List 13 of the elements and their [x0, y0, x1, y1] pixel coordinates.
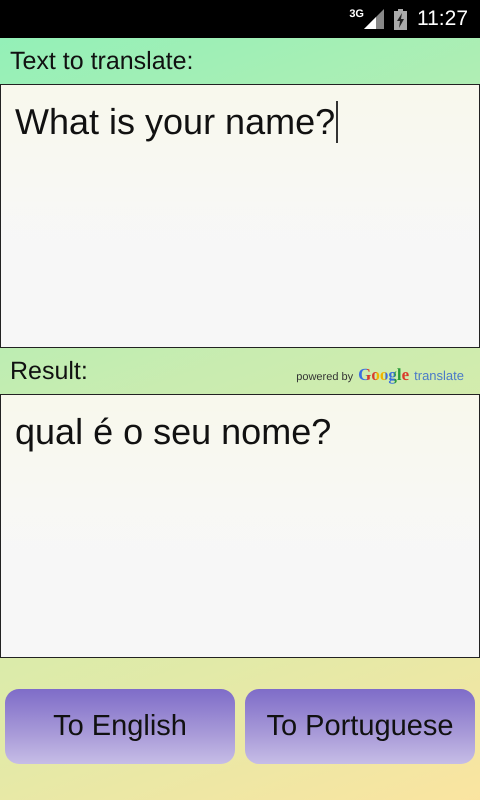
attribution-text: powered by [296, 371, 354, 383]
translate-button[interactable]: To English [5, 689, 235, 764]
signal-icon [364, 9, 384, 29]
input-field[interactable]: What is your name? [0, 84, 480, 348]
network-type: 3G [349, 8, 364, 20]
result-box: qual é o seu nome? [0, 394, 480, 658]
battery-icon [394, 8, 407, 30]
service-name: translate [414, 368, 464, 383]
clock: 11:27 [417, 7, 468, 31]
brand-logo: Google [358, 365, 410, 385]
translate-button[interactable]: To Portuguese [245, 689, 475, 764]
result-label: Result: [10, 356, 88, 386]
input-label: Text to translate: [10, 46, 194, 76]
